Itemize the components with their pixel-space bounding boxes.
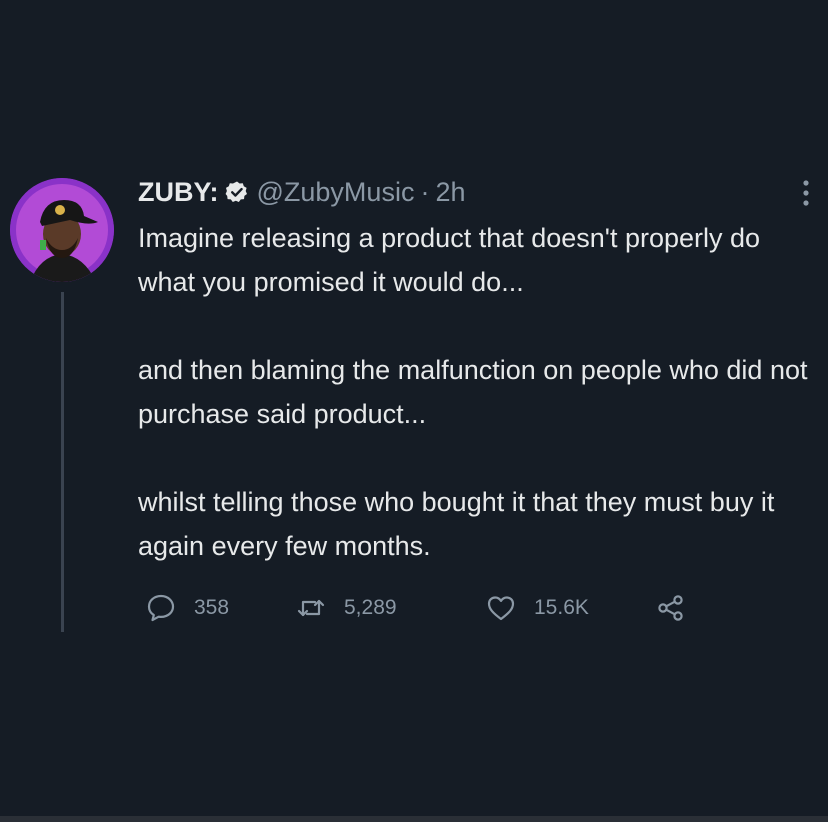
retweet-count: 5,289 (344, 596, 397, 619)
retweet-button[interactable]: 5,289 (296, 593, 486, 623)
reply-icon (147, 594, 175, 622)
more-icon[interactable] (798, 178, 814, 208)
tweet-paragraph: whilst telling those who bought it that … (138, 487, 775, 561)
like-count: 15.6K (534, 596, 589, 619)
retweet-icon (297, 599, 325, 617)
like-icon (487, 596, 515, 621)
tweet-paragraph: Imagine releasing a product that doesn't… (138, 223, 761, 297)
share-icon (658, 595, 683, 621)
timestamp[interactable]: 2h (435, 177, 465, 208)
thread-line (61, 292, 64, 632)
tweet-text: Imagine releasing a product that doesn't… (138, 216, 818, 568)
verified-icon (225, 181, 247, 202)
like-button[interactable]: 15.6K (486, 593, 656, 623)
tweet-header: ZUBY: @ZubyMusic · 2h (138, 172, 466, 212)
tweet[interactable]: ZUBY: @ZubyMusic · 2h Imagine releasing … (0, 0, 828, 816)
tweet-paragraph: and then blaming the malfunction on peop… (138, 355, 808, 429)
bottom-edge (0, 816, 828, 822)
display-name[interactable]: ZUBY: (138, 177, 219, 208)
reply-button[interactable]: 358 (146, 593, 296, 623)
share-button[interactable] (656, 593, 686, 623)
reply-count: 358 (194, 596, 230, 619)
separator-dot: · (420, 176, 430, 207)
action-bar: 358 5,289 15.6K (146, 588, 686, 628)
avatar[interactable] (10, 178, 114, 282)
handle[interactable]: @ZubyMusic (257, 177, 415, 208)
